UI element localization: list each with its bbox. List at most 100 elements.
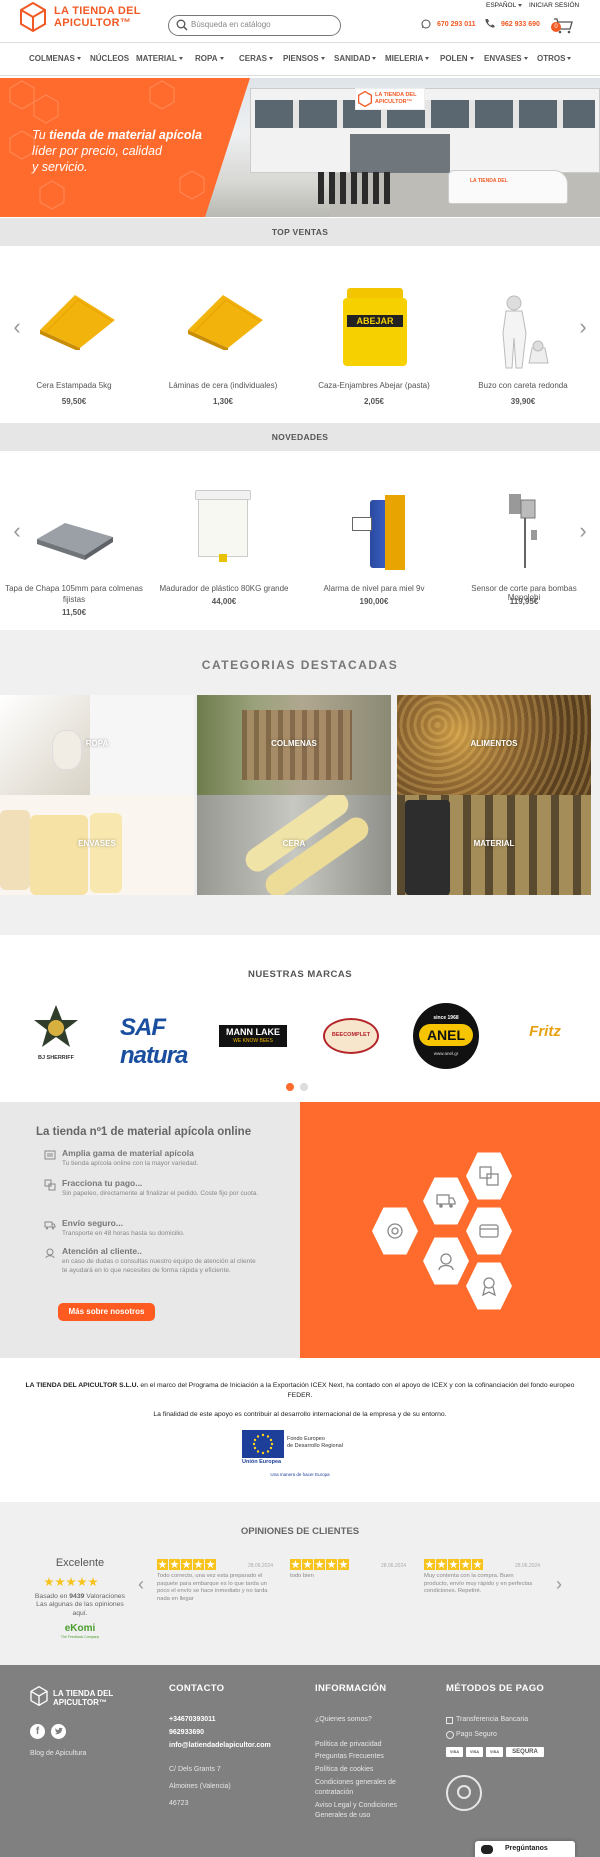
carousel-next-arrow[interactable]: › — [573, 518, 593, 544]
nav-item-material[interactable]: MATERIAL — [136, 54, 183, 63]
bank-icon — [446, 1717, 453, 1724]
carousel-prev-arrow[interactable]: ‹ — [7, 314, 27, 340]
footer-logo-icon[interactable] — [30, 1686, 48, 1706]
footer-phone1[interactable]: +34670393011 — [169, 1716, 216, 1723]
category-tile-colmenas[interactable]: COLMENAS — [197, 695, 391, 795]
product-name[interactable]: Láminas de cera (individuales) — [153, 381, 293, 390]
footer-info-link[interactable]: Política de privacidad — [315, 1741, 382, 1748]
product-name[interactable]: Alarma de nivel para miel 9v — [304, 584, 444, 593]
whatsapp-number[interactable]: 670 293 011 — [437, 21, 476, 28]
phone-number[interactable]: 962 933 690 — [501, 21, 540, 28]
nav-item-polen[interactable]: POLEN — [440, 54, 474, 63]
brand-tagline: WE KNOW BEES — [233, 1038, 273, 1044]
footer-info-link[interactable]: Condiciones generales de — [315, 1779, 396, 1786]
product-name-line2[interactable]: fijistas — [4, 595, 144, 604]
product-price: 11,50€ — [61, 608, 87, 617]
product-image-sensor[interactable] — [505, 490, 545, 570]
hero-banner[interactable]: LA TIENDA DEL LA TIENDA DEL APICULTOR™ T… — [0, 78, 600, 217]
nav-item-otros[interactable]: OTROS — [537, 54, 572, 63]
footer-info-link-cont[interactable]: Generales de uso — [315, 1812, 370, 1819]
brand-logo-beecomplet[interactable]: BEECOMPLET — [323, 1018, 379, 1054]
nav-item-mieleria[interactable]: MIELERIA — [385, 54, 430, 63]
category-tile-alimentos[interactable]: ALIMENTOS — [397, 695, 591, 795]
product-image-tapa-chapa[interactable] — [35, 515, 115, 560]
twitter-icon[interactable] — [51, 1724, 66, 1739]
product-image-cera-estampada[interactable] — [30, 290, 120, 352]
nav-item-nucleos[interactable]: NÚCLEOS — [90, 54, 129, 63]
product-name[interactable]: Caza-Enjambres Abejar (pasta) — [304, 381, 444, 390]
login-link[interactable]: INICIAR SESIÓN — [529, 2, 579, 9]
visa-icon: VISA — [486, 1747, 503, 1757]
product-image-madurador[interactable] — [193, 490, 253, 570]
category-label: COLMENAS — [271, 739, 317, 748]
footer-phone2[interactable]: 962933690 — [169, 1729, 204, 1736]
category-tile-envases[interactable]: ENVASES — [0, 795, 194, 895]
nav-item-piensos[interactable]: PIENSOS — [283, 54, 325, 63]
nav-item-sanidad[interactable]: SANIDAD — [334, 54, 377, 63]
category-tile-ropa[interactable]: ROPA — [0, 695, 194, 795]
rating-sub-2[interactable]: aquí. — [25, 1610, 135, 1617]
brand-logo-bj-sherriff[interactable]: BJ SHERRIFF — [30, 1003, 82, 1065]
footer-logo-text-sub[interactable]: APICULTOR™ — [53, 1698, 107, 1707]
carousel-prev-arrow[interactable]: ‹ — [7, 518, 27, 544]
logo-text[interactable]: LA TIENDA DEL — [54, 5, 141, 17]
product-name[interactable]: Buzo con careta redonda — [453, 381, 593, 390]
nav-item-envases[interactable]: ENVASES — [484, 54, 528, 63]
reviews-title: OPINIONES DE CLIENTES — [240, 1526, 360, 1537]
product-image-caza-enjambres[interactable]: ABEJAR — [343, 288, 407, 370]
card-icon: VISA — [466, 1747, 483, 1757]
brands-title: NUESTRAS MARCAS — [247, 969, 353, 980]
logo-text-sub[interactable]: APICULTOR™ — [54, 17, 131, 29]
footer-info-link[interactable]: Aviso Legal y Condiciones — [315, 1802, 397, 1809]
review-date: 28.06.2024 — [515, 1563, 541, 1569]
nav-item-ropa[interactable]: ROPA — [195, 54, 224, 63]
product-image-laminas-cera[interactable] — [178, 290, 268, 352]
footer-blog-link[interactable]: Blog de Apicultura — [30, 1750, 86, 1757]
reviews-prev-arrow[interactable]: ‹ — [131, 1574, 151, 1595]
footer-info-link-cont[interactable]: contratación — [315, 1789, 353, 1796]
footer-logo-text[interactable]: LA TIENDA DEL — [53, 1689, 113, 1698]
logo-icon[interactable] — [20, 2, 46, 32]
product-name[interactable]: Tapa de Chapa 105mm para colmenas — [4, 584, 144, 593]
about-us-button[interactable]: Más sobre nosotros — [58, 1303, 155, 1321]
language-selector[interactable]: ESPAÑOL — [486, 2, 523, 9]
nav-item-ceras[interactable]: CERAS — [239, 54, 274, 63]
star-icon — [44, 1577, 54, 1587]
reviews-next-arrow[interactable]: › — [549, 1574, 569, 1595]
category-tile-material[interactable]: MATERIAL — [397, 795, 591, 895]
alarm-device — [352, 517, 372, 531]
footer-info-link[interactable]: Preguntas Frecuentes — [315, 1753, 384, 1760]
product-name[interactable]: Madurador de plástico 80KG grande — [154, 584, 294, 593]
category-tile-cera[interactable]: CERA — [197, 795, 391, 895]
search-icon[interactable] — [176, 19, 188, 31]
brand-logo-anel[interactable]: since 1968 ANEL www.anel.gr — [413, 1003, 479, 1069]
carousel-next-arrow[interactable]: › — [573, 314, 593, 340]
product-image-alarma[interactable] — [350, 495, 405, 570]
chevron-down-icon — [178, 57, 183, 61]
chevron-down-icon — [76, 57, 81, 61]
brand-url: www.anel.gr — [433, 1051, 459, 1056]
brand-logo-mann-lake[interactable]: MANN LAKE WE KNOW BEES — [219, 1025, 287, 1047]
carousel-dot-active[interactable] — [286, 1083, 294, 1091]
ekomi-logo[interactable]: eKomi — [55, 1623, 105, 1634]
brand-logo-fritz[interactable]: Fritz — [511, 1023, 579, 1049]
sheriff-star-icon — [34, 1005, 78, 1047]
rating-number: 9439 — [69, 1593, 85, 1600]
brand-logo-saf[interactable]: SAF natura — [120, 1014, 188, 1069]
footer-email[interactable]: info@latiendadelapicultor.com — [169, 1742, 271, 1749]
eu-name: Unión Europea — [242, 1459, 282, 1465]
footer-info-link[interactable]: ¿Quienes somos? — [315, 1716, 372, 1723]
search-input[interactable]: Búsqueda en catálogo — [168, 15, 341, 36]
category-label: ALIMENTOS — [470, 739, 518, 748]
product-name[interactable]: Cera Estampada 5kg — [4, 381, 144, 390]
facebook-icon[interactable]: f — [30, 1724, 45, 1739]
product-image-buzo[interactable] — [500, 293, 550, 371]
carousel-dot[interactable] — [300, 1083, 308, 1091]
header: LA TIENDA DEL APICULTOR™ Búsqueda en cat… — [0, 0, 600, 40]
footer-info-link[interactable]: Política de cookies — [315, 1766, 373, 1773]
hero-line1: Tu tienda de material apícola — [32, 127, 232, 143]
trust-seal-icon[interactable] — [446, 1775, 482, 1811]
nav-item-colmenas[interactable]: COLMENAS — [29, 54, 81, 63]
star-icon — [290, 1559, 301, 1570]
rating-sub[interactable]: Las algunas de las opiniones — [25, 1601, 135, 1608]
